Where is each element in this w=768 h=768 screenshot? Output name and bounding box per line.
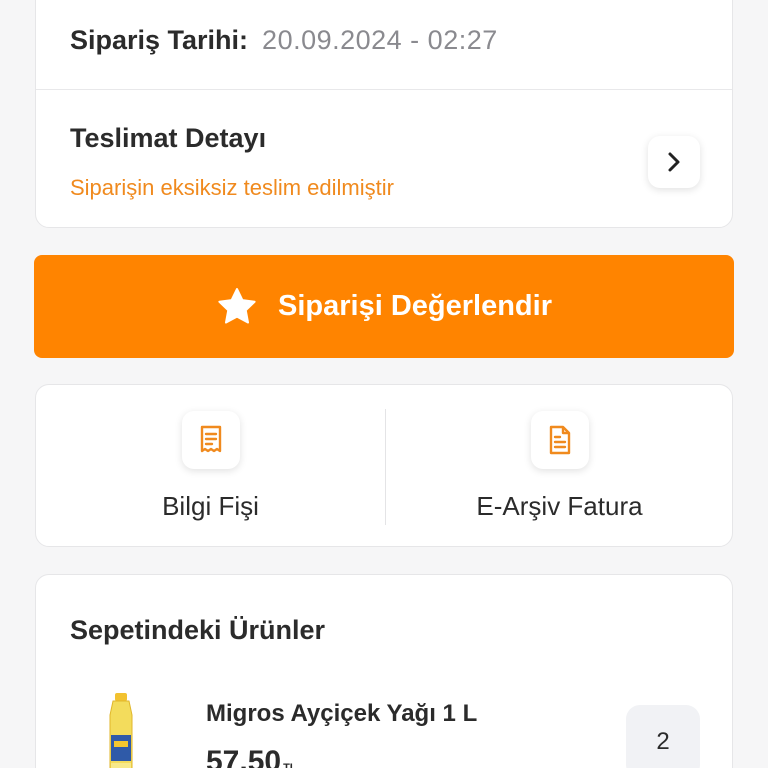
product-price-currency: TL (283, 762, 297, 768)
receipt-icon (200, 425, 221, 453)
info-receipt-label: Bilgi Fişi (162, 491, 259, 521)
chevron-right-icon (668, 152, 680, 172)
order-date-label: Sipariş Tarihi: (70, 25, 249, 55)
delivery-status-text: Siparişin eksiksiz teslim edilmiştir (70, 175, 394, 200)
receipt-icon-box (181, 411, 240, 469)
oil-bottle-image (109, 693, 133, 768)
order-date-row: Sipariş Tarihi: 20.09.2024 - 02:27 (70, 25, 498, 56)
documents-card: Bilgi Fişi E-Arşiv Fatura (35, 384, 733, 547)
e-archive-invoice-button[interactable]: E-Arşiv Fatura (385, 385, 734, 548)
product-name: Migros Ayçiçek Yağı 1 L (206, 700, 478, 727)
order-date-value: 20.09.2024 - 02:27 (262, 25, 498, 55)
divider (36, 89, 732, 90)
product-quantity: 2 (626, 705, 700, 768)
rate-order-label: Siparişi Değerlendir (278, 290, 552, 322)
basket-products-card: Sepetindeki Ürünler Migros Ayçiçek Yağı … (35, 574, 733, 768)
info-receipt-button[interactable]: Bilgi Fişi (36, 385, 385, 548)
invoice-icon (549, 425, 570, 455)
delivery-detail-title: Teslimat Detayı (70, 123, 267, 153)
product-price: 57,50 TL (206, 745, 297, 768)
rate-order-button[interactable]: Siparişi Değerlendir (34, 255, 734, 358)
e-archive-invoice-label: E-Arşiv Fatura (476, 491, 643, 521)
basket-products-title: Sepetindeki Ürünler (70, 615, 326, 645)
star-icon (218, 287, 256, 324)
product-image (68, 689, 174, 768)
invoice-icon-box (530, 411, 589, 469)
order-info-card: Sipariş Tarihi: 20.09.2024 - 02:27 Tesli… (35, 0, 733, 228)
delivery-detail-button[interactable] (648, 136, 700, 188)
product-price-value: 57,50 (206, 745, 282, 768)
